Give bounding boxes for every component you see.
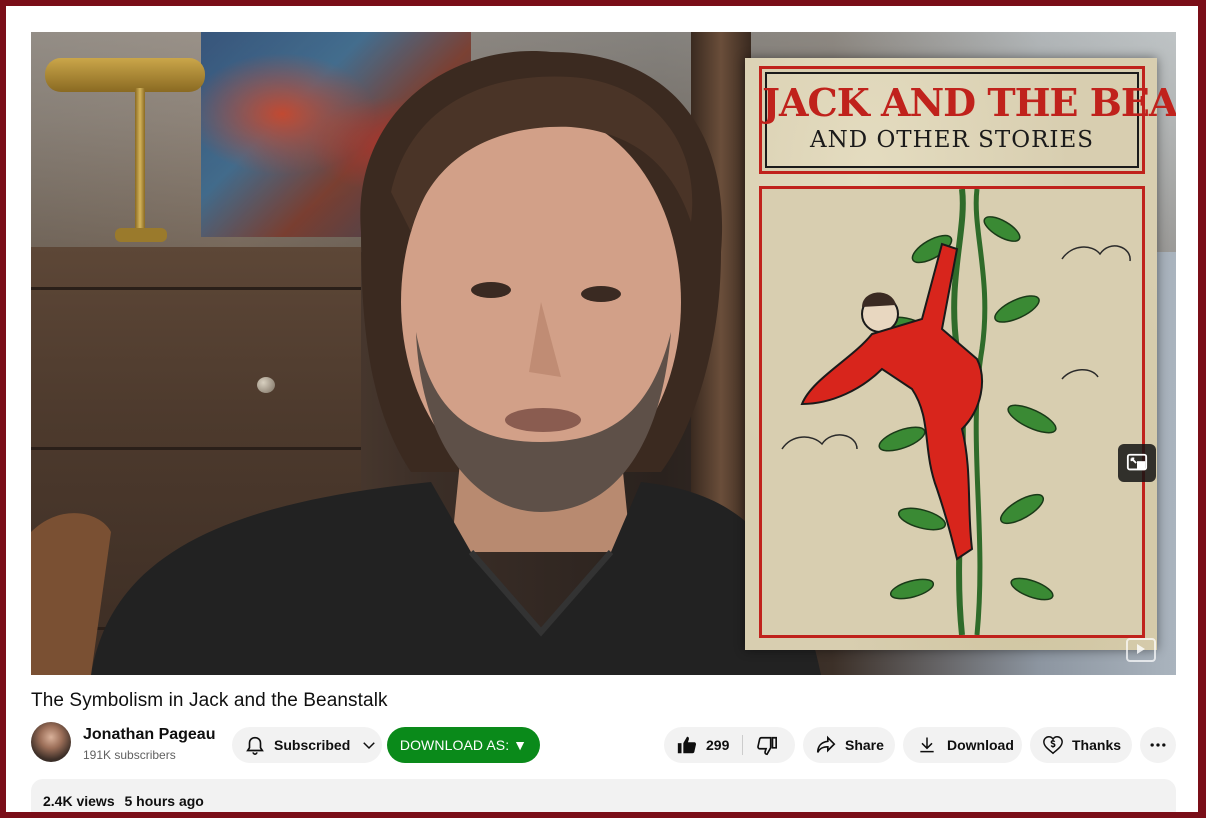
chevron-down-icon bbox=[360, 736, 378, 754]
description-meta: 2.4K views 5 hours ago bbox=[43, 793, 204, 809]
download-as-button[interactable]: DOWNLOAD AS: ▼ bbox=[387, 727, 540, 763]
book-cover-overlay: JACK AND THE BEANSTALK AND OTHER STORIES bbox=[745, 58, 1176, 650]
share-arrow-icon bbox=[815, 734, 837, 756]
thumbs-up-icon[interactable] bbox=[676, 734, 698, 756]
bell-icon bbox=[244, 734, 266, 756]
channel-name[interactable]: Jonathan Pageau bbox=[83, 726, 215, 744]
subscribed-button[interactable]: Subscribed bbox=[232, 727, 382, 763]
channel-watermark-icon[interactable] bbox=[1126, 638, 1156, 662]
video-player[interactable]: JACK AND THE BEANSTALK AND OTHER STORIES bbox=[31, 32, 1176, 675]
like-divider bbox=[742, 735, 743, 755]
like-count[interactable]: 299 bbox=[706, 737, 729, 753]
download-icon bbox=[917, 735, 937, 755]
book-title-panel: JACK AND THE BEANSTALK AND OTHER STORIES bbox=[759, 66, 1176, 174]
more-actions-button[interactable] bbox=[1140, 727, 1176, 763]
book-subtitle: AND OTHER STORIES bbox=[809, 127, 1095, 153]
book-illustration bbox=[759, 186, 1145, 638]
miniplayer-icon[interactable] bbox=[1118, 444, 1156, 482]
more-horizontal-icon bbox=[1148, 735, 1168, 755]
download-label: Download bbox=[947, 737, 1014, 753]
thumbs-down-icon[interactable] bbox=[756, 735, 778, 757]
heart-dollar-icon bbox=[1042, 734, 1064, 756]
subscribed-label: Subscribed bbox=[274, 737, 351, 753]
page-frame: JACK AND THE BEANSTALK AND OTHER STORIES bbox=[6, 6, 1198, 812]
upload-time: 5 hours ago bbox=[124, 793, 204, 809]
like-dislike-group: 299 bbox=[664, 727, 795, 763]
thanks-label: Thanks bbox=[1072, 737, 1122, 753]
download-button[interactable]: Download bbox=[903, 727, 1022, 763]
thanks-button[interactable]: Thanks bbox=[1030, 727, 1132, 763]
channel-avatar[interactable] bbox=[31, 722, 71, 762]
share-label: Share bbox=[845, 737, 884, 753]
subscriber-count: 191K subscribers bbox=[83, 748, 176, 762]
video-title: The Symbolism in Jack and the Beanstalk bbox=[31, 690, 388, 711]
view-count: 2.4K views bbox=[43, 793, 115, 809]
book-title: JACK AND THE BEANSTALK bbox=[762, 80, 1176, 125]
description-box[interactable]: 2.4K views 5 hours ago bbox=[31, 779, 1176, 812]
share-button[interactable]: Share bbox=[803, 727, 895, 763]
